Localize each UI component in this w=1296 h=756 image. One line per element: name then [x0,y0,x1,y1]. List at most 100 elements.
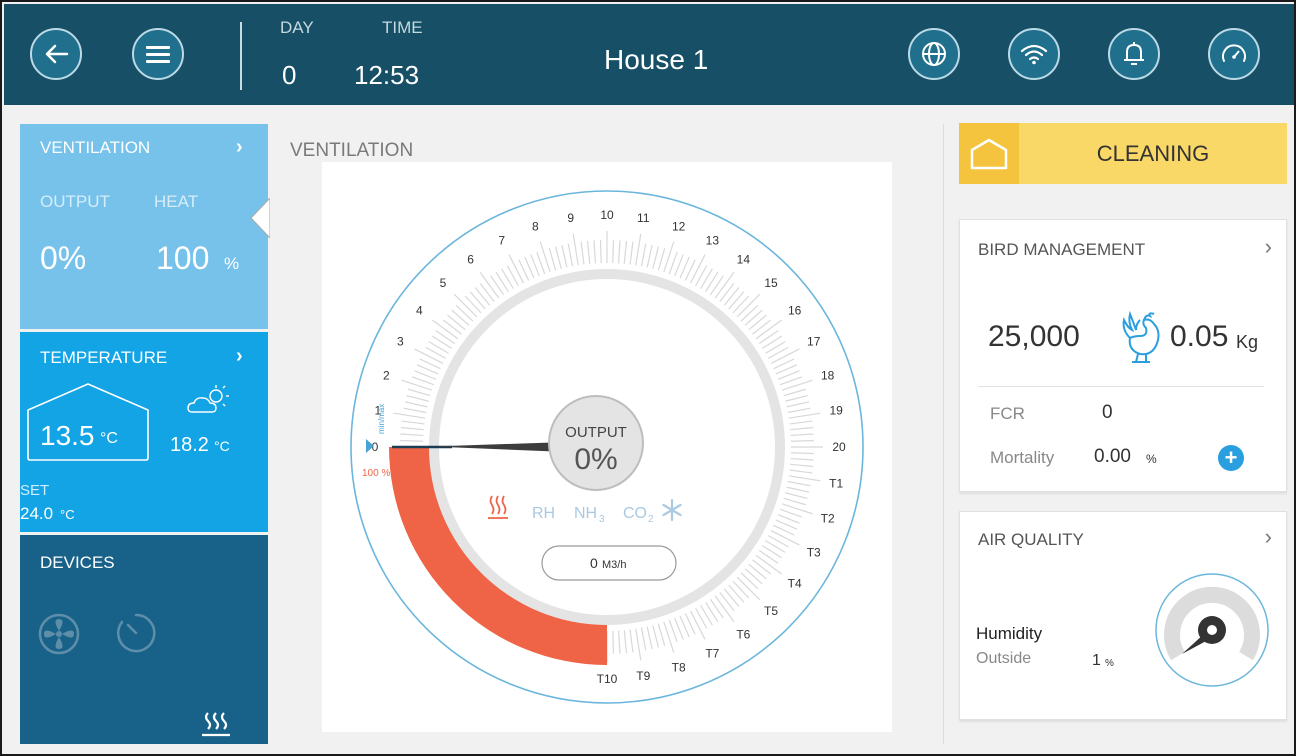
language-button[interactable] [908,28,960,80]
gauge-tick [435,330,456,345]
output-label: OUTPUT [40,192,110,211]
gauge-tick [790,433,814,437]
gauge-tick [765,341,786,354]
left-panel: VENTILATION › OUTPUT HEAT 0% 100 % TEMPE… [20,124,270,744]
gauge-tick [744,568,763,585]
time-label: TIME [382,18,423,37]
gauge-tick [790,426,814,431]
menu-button[interactable] [132,28,184,80]
gauge-tick [431,335,452,349]
day-value: 0 [282,60,297,90]
gauge-level-label: 4 [416,304,423,318]
gauge-tick [755,554,783,575]
gauge-tick [762,545,783,559]
output-value: 0% [40,240,87,276]
rh-mode-label[interactable]: RH [532,505,555,522]
gauge-level-label: 11 [637,211,650,225]
gauge-tick [657,248,666,271]
bird-management-card[interactable]: BIRD MANAGEMENT › 25,000 0.05 Kg FCR 0 M… [959,219,1287,492]
gauge-level-label: T6 [736,628,750,642]
air-quality-title: AIR QUALITY [978,530,1084,549]
heat-mode-icon[interactable] [488,495,508,519]
gauge-tick [414,348,444,365]
gauge-tick [479,283,495,302]
co2-subscript: 2 [648,514,654,525]
ventilation-title: VENTILATION [40,138,151,157]
gauge-tick [646,244,653,268]
gauge-tick [789,469,813,474]
menu-icon [146,46,170,63]
gauge-level-label: 17 [807,335,821,349]
set-value: 24.0 [20,504,54,523]
gauge-level-label: 16 [788,304,802,318]
devices-panel[interactable]: DEVICES [20,535,268,744]
day-label: DAY [280,18,314,37]
time-value: 12:53 [354,60,420,90]
gauge-tick [732,295,750,314]
timer-icon [117,613,156,653]
gauge-tick [668,252,678,275]
gauge-tick [770,348,800,365]
gauge-level-label: T3 [807,545,821,559]
nh3-mode-label[interactable]: NH [574,505,597,522]
gauge-tick [786,486,810,493]
gauge-tick [719,283,735,302]
fcr-label: FCR [990,404,1025,423]
gauge-tick [404,401,428,408]
gauge-tick [554,246,562,269]
gauge-tick [400,439,424,442]
gauge-tick [431,319,459,340]
gauge-tick [612,240,615,264]
gauge-tick [657,623,666,646]
gauge-tick [732,580,750,599]
gauge-tick [668,619,678,642]
gauge-tick [783,388,806,397]
gauge-tick [758,549,779,564]
devices-title: DEVICES [40,553,115,572]
gauge-tick [474,287,491,306]
gauge-tick [464,295,482,314]
rooster-icon [1122,310,1160,363]
gauge-level-label: T1 [829,476,843,490]
network-button[interactable] [1008,28,1060,80]
gauge-tick [705,602,719,623]
gauge-tick [408,388,431,397]
set-label: SET [20,482,50,499]
gauge-tick [787,480,811,487]
bird-count: 25,000 [988,320,1080,353]
status-label: CLEANING [1096,140,1210,166]
gauge-tick [770,529,800,546]
snowflake-icon[interactable] [662,498,682,522]
air-quality-card[interactable]: AIR QUALITY › Humidity Outside 1 % [959,511,1287,720]
speedometer-icon [1222,44,1246,62]
status-banner[interactable]: CLEANING [959,123,1287,184]
gauge-level-label: 18 [821,368,835,382]
gauge-tick [786,401,810,408]
gauge-level-label: 6 [467,252,474,266]
gauge-tick [536,252,546,275]
gauge-tick [783,497,806,506]
mortality-value: 0.00 [1094,446,1131,467]
back-button[interactable] [30,28,82,80]
gauge-tick [748,314,767,331]
gauge-tick [765,540,786,553]
card-divider [978,386,1264,387]
dashboard-button[interactable] [1208,28,1260,80]
co2-mode-label[interactable]: CO [623,505,647,522]
ventilation-main-title: VENTILATION [290,140,414,161]
house-icon [970,138,1008,169]
ventilation-gauge[interactable]: 0123456789 10 11121314151617181920T1T2T3T4… [322,162,892,732]
gauge-level-label: T10 [597,672,618,686]
add-mortality-button[interactable]: + [1218,445,1244,471]
gauge-tick [469,291,486,310]
ventilation-panel[interactable]: VENTILATION › OUTPUT HEAT 0% 100 % [20,124,270,329]
gauge-tick [412,376,435,386]
temperature-panel[interactable]: TEMPERATURE › 13.5 °C 18.2 °C SET 24.0 °… [20,332,268,532]
gauge-tick [455,304,474,322]
gauge-tick [788,475,821,482]
gauge-tick [640,627,647,651]
alarms-button[interactable] [1108,28,1160,80]
gauge-tick [689,610,706,640]
gauge-tick [689,254,706,284]
gauge-level-label: 7 [498,233,505,247]
